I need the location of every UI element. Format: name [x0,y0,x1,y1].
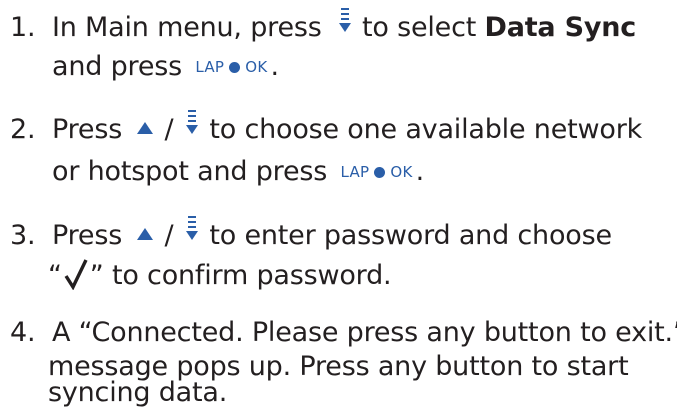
check-icon [64,259,88,290]
step-text: or hotspot and press [52,156,328,187]
key-label-ok: OK [390,163,413,181]
step-number: 1. [10,12,36,43]
step-text: syncing data. [48,377,228,408]
step-text: and press [52,51,182,82]
separator: / [164,114,174,145]
lap-ok-key: LAP OK [195,50,267,84]
key-label-ok: OK [245,58,268,76]
lap-ok-key: LAP OK [340,155,412,189]
up-triangle-icon [137,122,154,134]
step-4-line-3: syncing data. [0,376,227,410]
step-2-line-1: 2. Press / to choose one available networ… [0,110,642,147]
step-3-line-1: 3. Press / to enter password and choose [0,216,612,253]
step-text: “ [48,260,62,291]
step-number: 4. [10,317,36,348]
step-1-line-2: and press LAP OK. [0,50,279,84]
step-text: A “Connected. Please press any button to… [52,317,677,348]
separator: / [164,220,174,251]
step-text: . [415,156,425,187]
step-text: to select [361,12,485,43]
up-triangle-icon [137,228,154,240]
menu-down-icon [338,8,351,32]
step-text: In Main menu, press [52,12,322,43]
key-label-lap: LAP [195,58,225,76]
step-2-line-2: or hotspot and press LAP OK. [0,155,424,189]
step-number: 3. [10,220,36,251]
step-text: ” to confirm password. [89,260,392,291]
menu-down-icon [186,110,199,134]
step-text: . [270,51,280,82]
step-4-line-1: 4. A “Connected. Please press any button … [0,316,677,350]
menu-down-icon [186,216,199,240]
dot-icon [374,167,386,178]
step-text: to choose one available network [209,114,643,145]
dot-icon [229,62,241,73]
step-number: 2. [10,114,36,145]
key-label-lap: LAP [340,163,370,181]
step-text: Press [52,220,123,251]
step-1-line-1: 1. In Main menu, press to select Data Syn… [0,8,636,45]
step-text: Press [52,114,123,145]
step-emphasis: Data Sync [484,12,637,43]
instruction-steps: 1. In Main menu, press to select Data Syn… [0,0,677,410]
step-text: to enter password and choose [209,220,612,251]
step-3-line-2: “ ” to confirm password. [0,258,392,293]
